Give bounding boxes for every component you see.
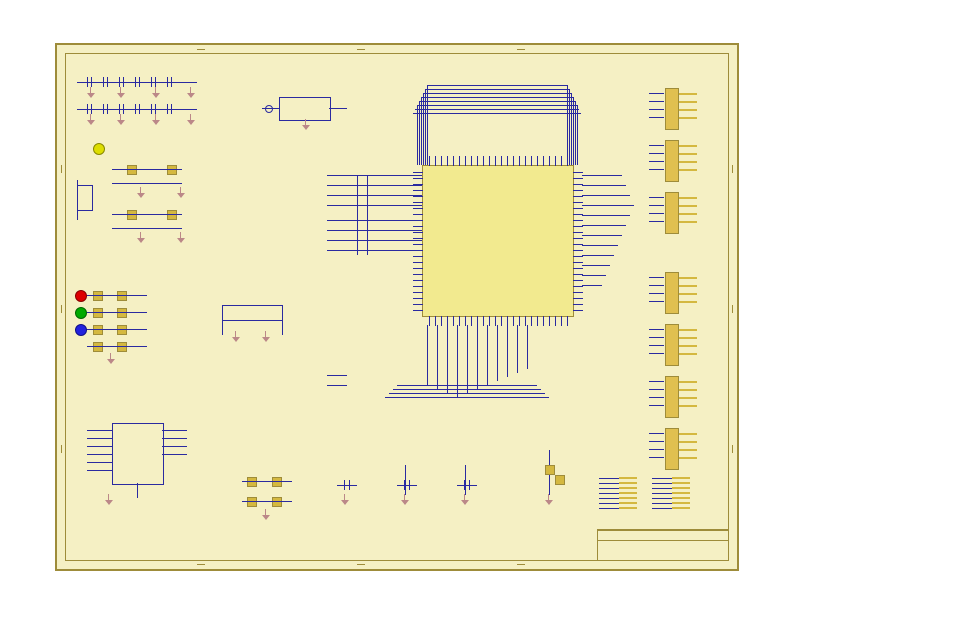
ground-symbol <box>302 125 310 133</box>
zone-tick <box>357 564 365 565</box>
zone-tick <box>732 445 733 453</box>
connector-j1[interactable] <box>649 83 699 133</box>
led-red[interactable] <box>75 290 87 302</box>
zone-tick <box>61 165 62 173</box>
connector-j5[interactable] <box>649 319 699 369</box>
zone-tick <box>61 305 62 313</box>
ground-symbol <box>117 120 125 128</box>
cap[interactable] <box>337 477 357 495</box>
ground-symbol <box>187 120 195 128</box>
cap[interactable] <box>397 477 417 495</box>
connector-j4[interactable] <box>649 267 699 317</box>
sub-ic[interactable] <box>112 423 164 485</box>
ground-symbol <box>461 500 469 508</box>
ground-symbol <box>341 500 349 508</box>
led-green[interactable] <box>75 307 87 319</box>
zone-tick <box>517 49 525 50</box>
zone-tick <box>197 564 205 565</box>
schematic-sheet[interactable]: /*generated below via static markup*/ <box>55 43 739 571</box>
ground-symbol <box>152 120 160 128</box>
main-ic-qfp[interactable]: /*generated below via static markup*/ <box>422 165 574 317</box>
net-stub <box>327 375 347 376</box>
cap[interactable] <box>457 477 477 495</box>
header-p2[interactable] <box>672 477 722 512</box>
cap-array-1[interactable] <box>77 73 197 91</box>
title-block[interactable] <box>597 529 729 561</box>
led-blue[interactable] <box>75 324 87 336</box>
zone-tick <box>517 564 525 565</box>
testpoint-yellow[interactable] <box>93 143 105 155</box>
zone-tick <box>732 165 733 173</box>
osc-node <box>265 105 273 113</box>
connector-j2[interactable] <box>649 135 699 185</box>
ground-symbol <box>87 120 95 128</box>
cap-array-2[interactable] <box>77 100 197 118</box>
zone-tick <box>357 49 365 50</box>
zone-tick <box>732 305 733 313</box>
zone-tick <box>197 49 205 50</box>
connector-j6[interactable] <box>649 371 699 421</box>
zone-tick <box>61 445 62 453</box>
connector-j3[interactable] <box>649 187 699 237</box>
crystal-osc[interactable] <box>279 97 331 121</box>
schematic-canvas: /*generated below via static markup*/ <box>0 0 954 618</box>
connector-j7[interactable] <box>649 423 699 473</box>
ground-symbol <box>401 500 409 508</box>
small-component[interactable] <box>77 185 93 211</box>
net-stub <box>327 385 347 386</box>
